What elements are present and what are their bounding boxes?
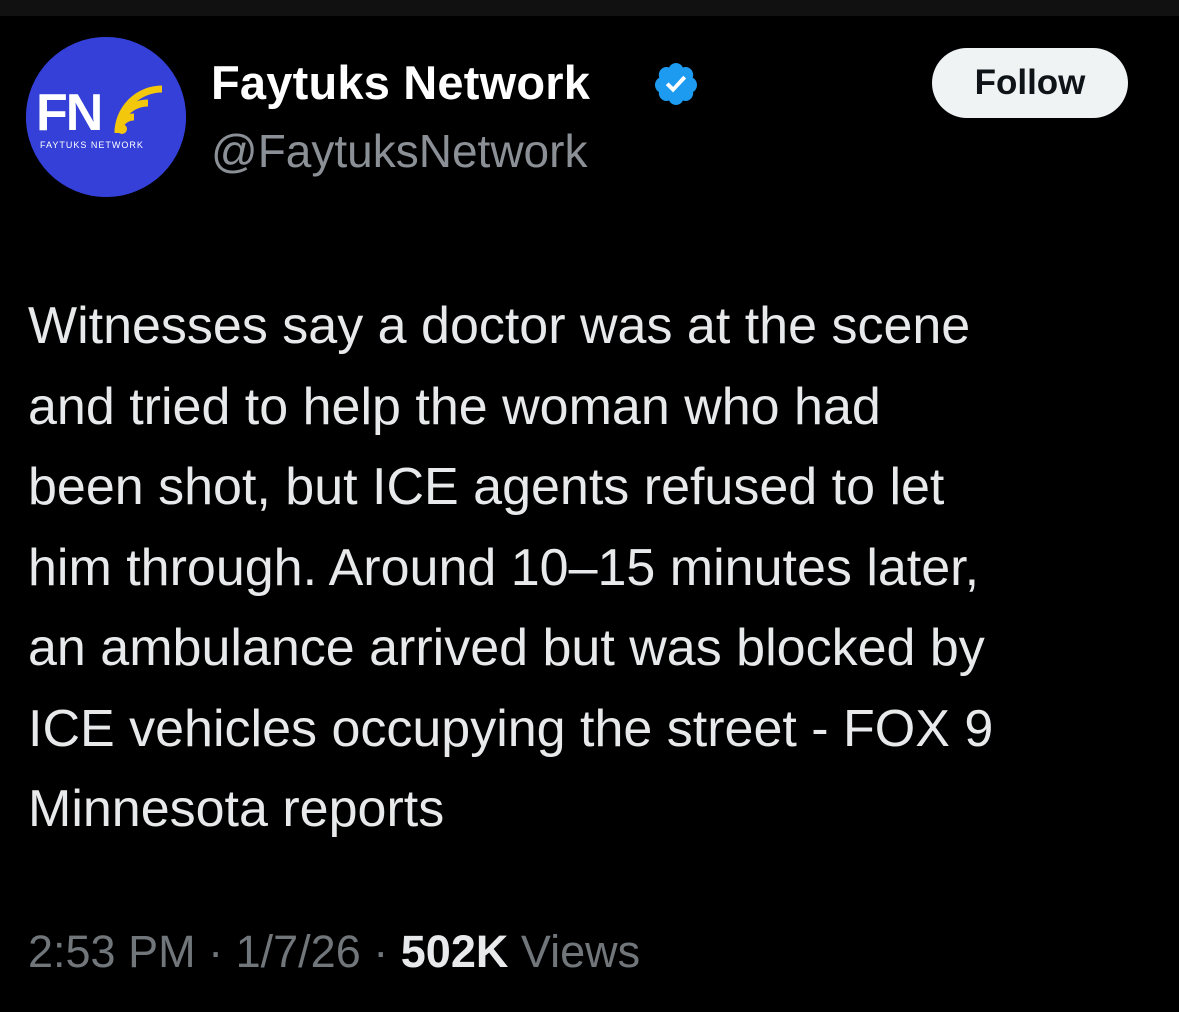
- verified-badge-icon: [654, 63, 697, 105]
- tweet-meta: 2:53 PM · 1/7/26 · 502K Views: [28, 926, 640, 978]
- faytuks-logo: FN FAYTUKS NETWORK: [26, 37, 186, 197]
- follow-button[interactable]: Follow: [932, 48, 1128, 118]
- views-label: Views: [520, 926, 641, 977]
- author-handle[interactable]: @FaytuksNetwork: [211, 124, 587, 178]
- logo-letters: FN: [36, 84, 101, 142]
- tweet-time[interactable]: 2:53 PM: [28, 926, 196, 977]
- logo-caption: FAYTUKS NETWORK: [40, 140, 144, 150]
- tweet-text: Witnesses say a doctor was at the scene …: [28, 286, 1158, 850]
- tweet-text-line: Minnesota reports: [28, 780, 445, 838]
- avatar[interactable]: FN FAYTUKS NETWORK: [26, 37, 186, 197]
- top-strip: [0, 0, 1179, 16]
- author-display-name[interactable]: Faytuks Network: [211, 55, 590, 110]
- meta-separator: ·: [373, 926, 389, 977]
- tweet-date[interactable]: 1/7/26: [236, 926, 361, 977]
- meta-separator: ·: [208, 926, 224, 977]
- tweet-text-line: an ambulance arrived but was blocked by: [28, 619, 985, 677]
- tweet-text-line: ICE vehicles occupying the street - FOX …: [28, 699, 994, 758]
- tweet-text-line: Witnesses say a doctor was at the scene: [28, 297, 971, 355]
- tweet-text-line: been shot, but ICE agents refused to let: [28, 458, 945, 516]
- tweet-text-line: him through. Around 10–15 minutes later,: [28, 538, 980, 597]
- tweet-text-line: and tried to help the woman who had: [28, 377, 881, 436]
- views-count: 502K: [400, 926, 509, 977]
